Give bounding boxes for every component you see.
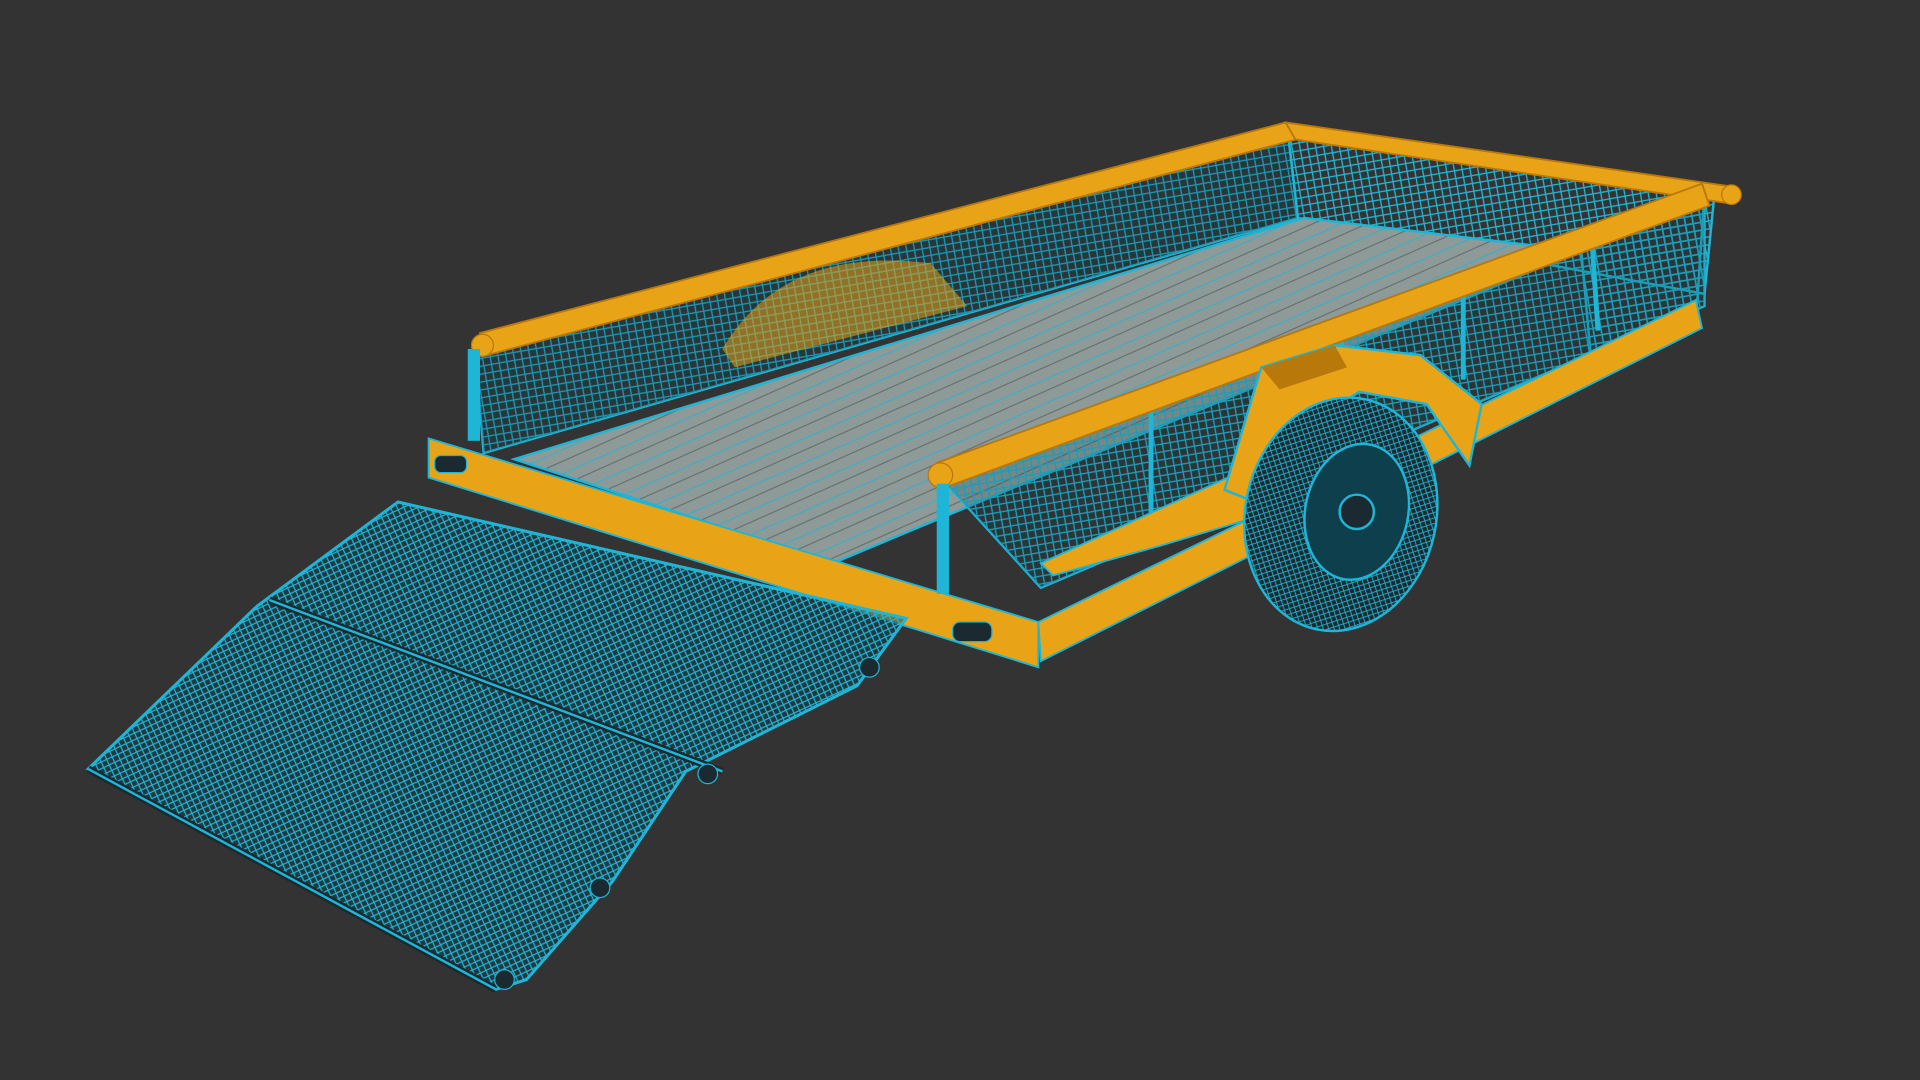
render-viewport bbox=[0, 0, 1920, 1080]
background bbox=[0, 0, 1920, 1080]
trailer-render bbox=[0, 0, 1920, 1080]
